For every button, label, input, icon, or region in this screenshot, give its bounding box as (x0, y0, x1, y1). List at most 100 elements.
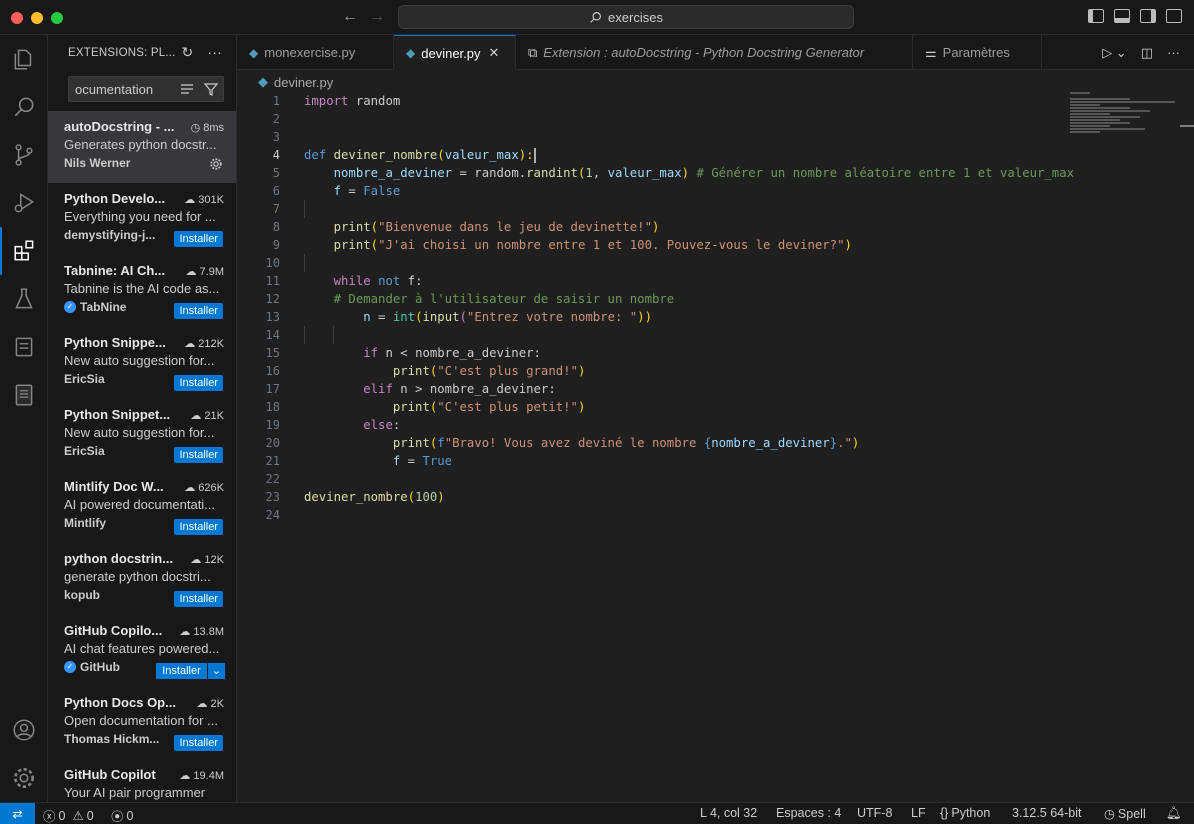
forward-arrow-icon[interactable]: → (369, 8, 385, 26)
install-button[interactable]: Installer (156, 663, 207, 679)
refresh-icon[interactable]: ↻ (181, 44, 193, 61)
cloud-download-icon: ☁ (179, 770, 191, 782)
bracket: ( (370, 238, 379, 252)
remote-indicator-icon[interactable]: ⇄ (0, 803, 35, 824)
line-number: 19 (265, 418, 280, 432)
extension-item[interactable]: Python Docs Op... ☁ 2K Open documentation… (48, 687, 236, 759)
code-line (304, 254, 1064, 272)
manage-gear-icon[interactable] (0, 754, 48, 802)
split-editor-icon[interactable]: ◫ (1141, 45, 1153, 61)
problems-indicator[interactable]: ⓧ 0 ⚠ 0 (43, 806, 94, 824)
run-python-file-icon[interactable]: ▷ ⌄ (1102, 45, 1127, 61)
close-tab-icon[interactable]: ✕ (489, 45, 500, 61)
extension-item[interactable]: Tabnine: AI Ch... ☁ 7.9M Tabnine is the A… (48, 255, 236, 327)
breadcrumb[interactable]: ◆ deviner.py (258, 72, 333, 92)
code-line: while not f: (304, 272, 1064, 290)
more-actions-icon[interactable]: ··· (1167, 45, 1180, 61)
install-count: 626K (198, 481, 224, 494)
tab-extension-autodocstring[interactable]: ⧉ Extension : autoDocstring - Python Doc… (516, 35, 913, 70)
toggle-primary-sidebar-icon[interactable] (1088, 9, 1104, 23)
search-icon[interactable] (0, 83, 48, 131)
explorer-icon[interactable] (0, 35, 48, 83)
extension-item[interactable]: Mintlify Doc W... ☁ 626K AI powered docum… (48, 471, 236, 543)
extensions-search-input[interactable]: ocumentation (68, 76, 224, 102)
maximize-window-button[interactable] (51, 12, 63, 24)
publisher-name: GitHub (80, 660, 120, 674)
function-name: input (422, 310, 460, 324)
code-content[interactable]: import random def deviner_nombre(valeur_… (304, 92, 1074, 524)
manage-extension-gear-icon[interactable] (209, 157, 223, 171)
keyword: def (304, 148, 327, 162)
extension-item[interactable]: autoDocstring - ... ◷ 8ms Generates pytho… (48, 111, 236, 183)
cloud-download-icon: ☁ (184, 482, 196, 494)
install-button[interactable]: Installer (174, 375, 223, 391)
sidebar-header: EXTENSIONS: PL... ↻ ··· (48, 35, 236, 70)
python-interpreter[interactable]: 3.12.5 64-bit (1012, 806, 1082, 820)
spell-check-status[interactable]: ◷ Spell (1104, 806, 1146, 822)
ports-indicator[interactable]: ⦿ 0 (111, 806, 133, 824)
code-token: , (592, 166, 608, 180)
extension-item[interactable]: Python Develo... ☁ 301K Everything you ne… (48, 183, 236, 255)
install-split-button[interactable]: Installer ⌄ (156, 663, 225, 679)
extension-item[interactable]: GitHub Copilot ☁ 19.4M Your AI pair progr… (48, 759, 236, 802)
extension-meta: ☁ 212K (184, 337, 224, 351)
install-button[interactable]: Installer (174, 447, 223, 463)
code-token: = (341, 184, 364, 198)
extensions-icon[interactable] (0, 227, 48, 275)
cloud-download-icon: ☁ (190, 410, 202, 422)
accounts-icon[interactable] (0, 706, 48, 754)
braces-icon: {} (940, 806, 949, 820)
install-button[interactable]: Installer (174, 303, 223, 319)
bracket: ) (652, 220, 660, 234)
encoding-setting[interactable]: UTF-8 (857, 806, 892, 820)
close-window-button[interactable] (11, 12, 23, 24)
line-number: 9 (272, 238, 280, 252)
line-number: 24 (265, 508, 280, 522)
eol-setting[interactable]: LF (911, 806, 926, 820)
customize-layout-icon[interactable] (1166, 9, 1182, 23)
minimap[interactable] (1070, 92, 1180, 152)
code-editor[interactable]: 1 2 3 4 5 6 7 8 9 10 11 12 13 14 15 16 1… (237, 92, 1194, 802)
language-mode[interactable]: {} Python (940, 806, 990, 820)
code-line: nombre_a_deviner = random.randint(1, val… (304, 164, 1074, 182)
indentation-setting[interactable]: Espaces : 4 (776, 806, 841, 820)
tab-monexercise[interactable]: ◆ monexercise.py (237, 35, 394, 70)
tab-label: monexercise.py (264, 45, 356, 60)
tab-deviner[interactable]: ◆ deviner.py ✕ (394, 35, 516, 70)
breadcrumb-file[interactable]: deviner.py (274, 75, 333, 90)
install-button[interactable]: Installer (174, 735, 223, 751)
extension-description: Open documentation for ... (64, 713, 218, 728)
toggle-panel-icon[interactable] (1114, 9, 1130, 23)
notebook-icon[interactable] (0, 371, 48, 419)
extension-item[interactable]: GitHub Copilo... ☁ 13.8M AI chat features… (48, 615, 236, 687)
command-center-search[interactable]: exercises (398, 5, 854, 29)
install-button[interactable]: Installer (174, 519, 223, 535)
scrollbar-marker[interactable] (1180, 125, 1194, 127)
extension-publisher: ✓ GitHub (64, 660, 164, 674)
bracket: ) (577, 364, 586, 378)
minimize-window-button[interactable] (31, 12, 43, 24)
remote-explorer-icon[interactable] (0, 323, 48, 371)
filter-icon[interactable] (203, 81, 219, 97)
source-control-icon[interactable] (0, 131, 48, 179)
tab-settings[interactable]: ⚌ Paramètres (913, 35, 1042, 70)
search-icon (590, 11, 601, 23)
extension-description: Tabnine is the AI code as... (64, 281, 220, 296)
keyword: while (333, 274, 371, 288)
install-button[interactable]: Installer (174, 231, 223, 247)
run-and-debug-icon[interactable] (0, 179, 48, 227)
code-token: : (392, 418, 401, 432)
extension-item[interactable]: Python Snippet... ☁ 21K New auto suggesti… (48, 399, 236, 471)
extension-item[interactable]: python docstrin... ☁ 12K generate python … (48, 543, 236, 615)
more-actions-icon[interactable]: ··· (207, 44, 222, 61)
notifications-bell-icon[interactable]: 🔔︎ (1166, 806, 1182, 821)
install-button[interactable]: Installer (174, 591, 223, 607)
extension-item[interactable]: Python Snippe... ☁ 212K New auto suggesti… (48, 327, 236, 399)
toggle-secondary-sidebar-icon[interactable] (1140, 9, 1156, 23)
chevron-down-icon[interactable]: ⌄ (206, 663, 225, 679)
back-arrow-icon[interactable]: ← (342, 8, 358, 26)
testing-icon[interactable] (0, 275, 48, 323)
cursor-position[interactable]: L 4, col 32 (700, 806, 757, 820)
clear-filter-icon[interactable] (179, 81, 195, 97)
